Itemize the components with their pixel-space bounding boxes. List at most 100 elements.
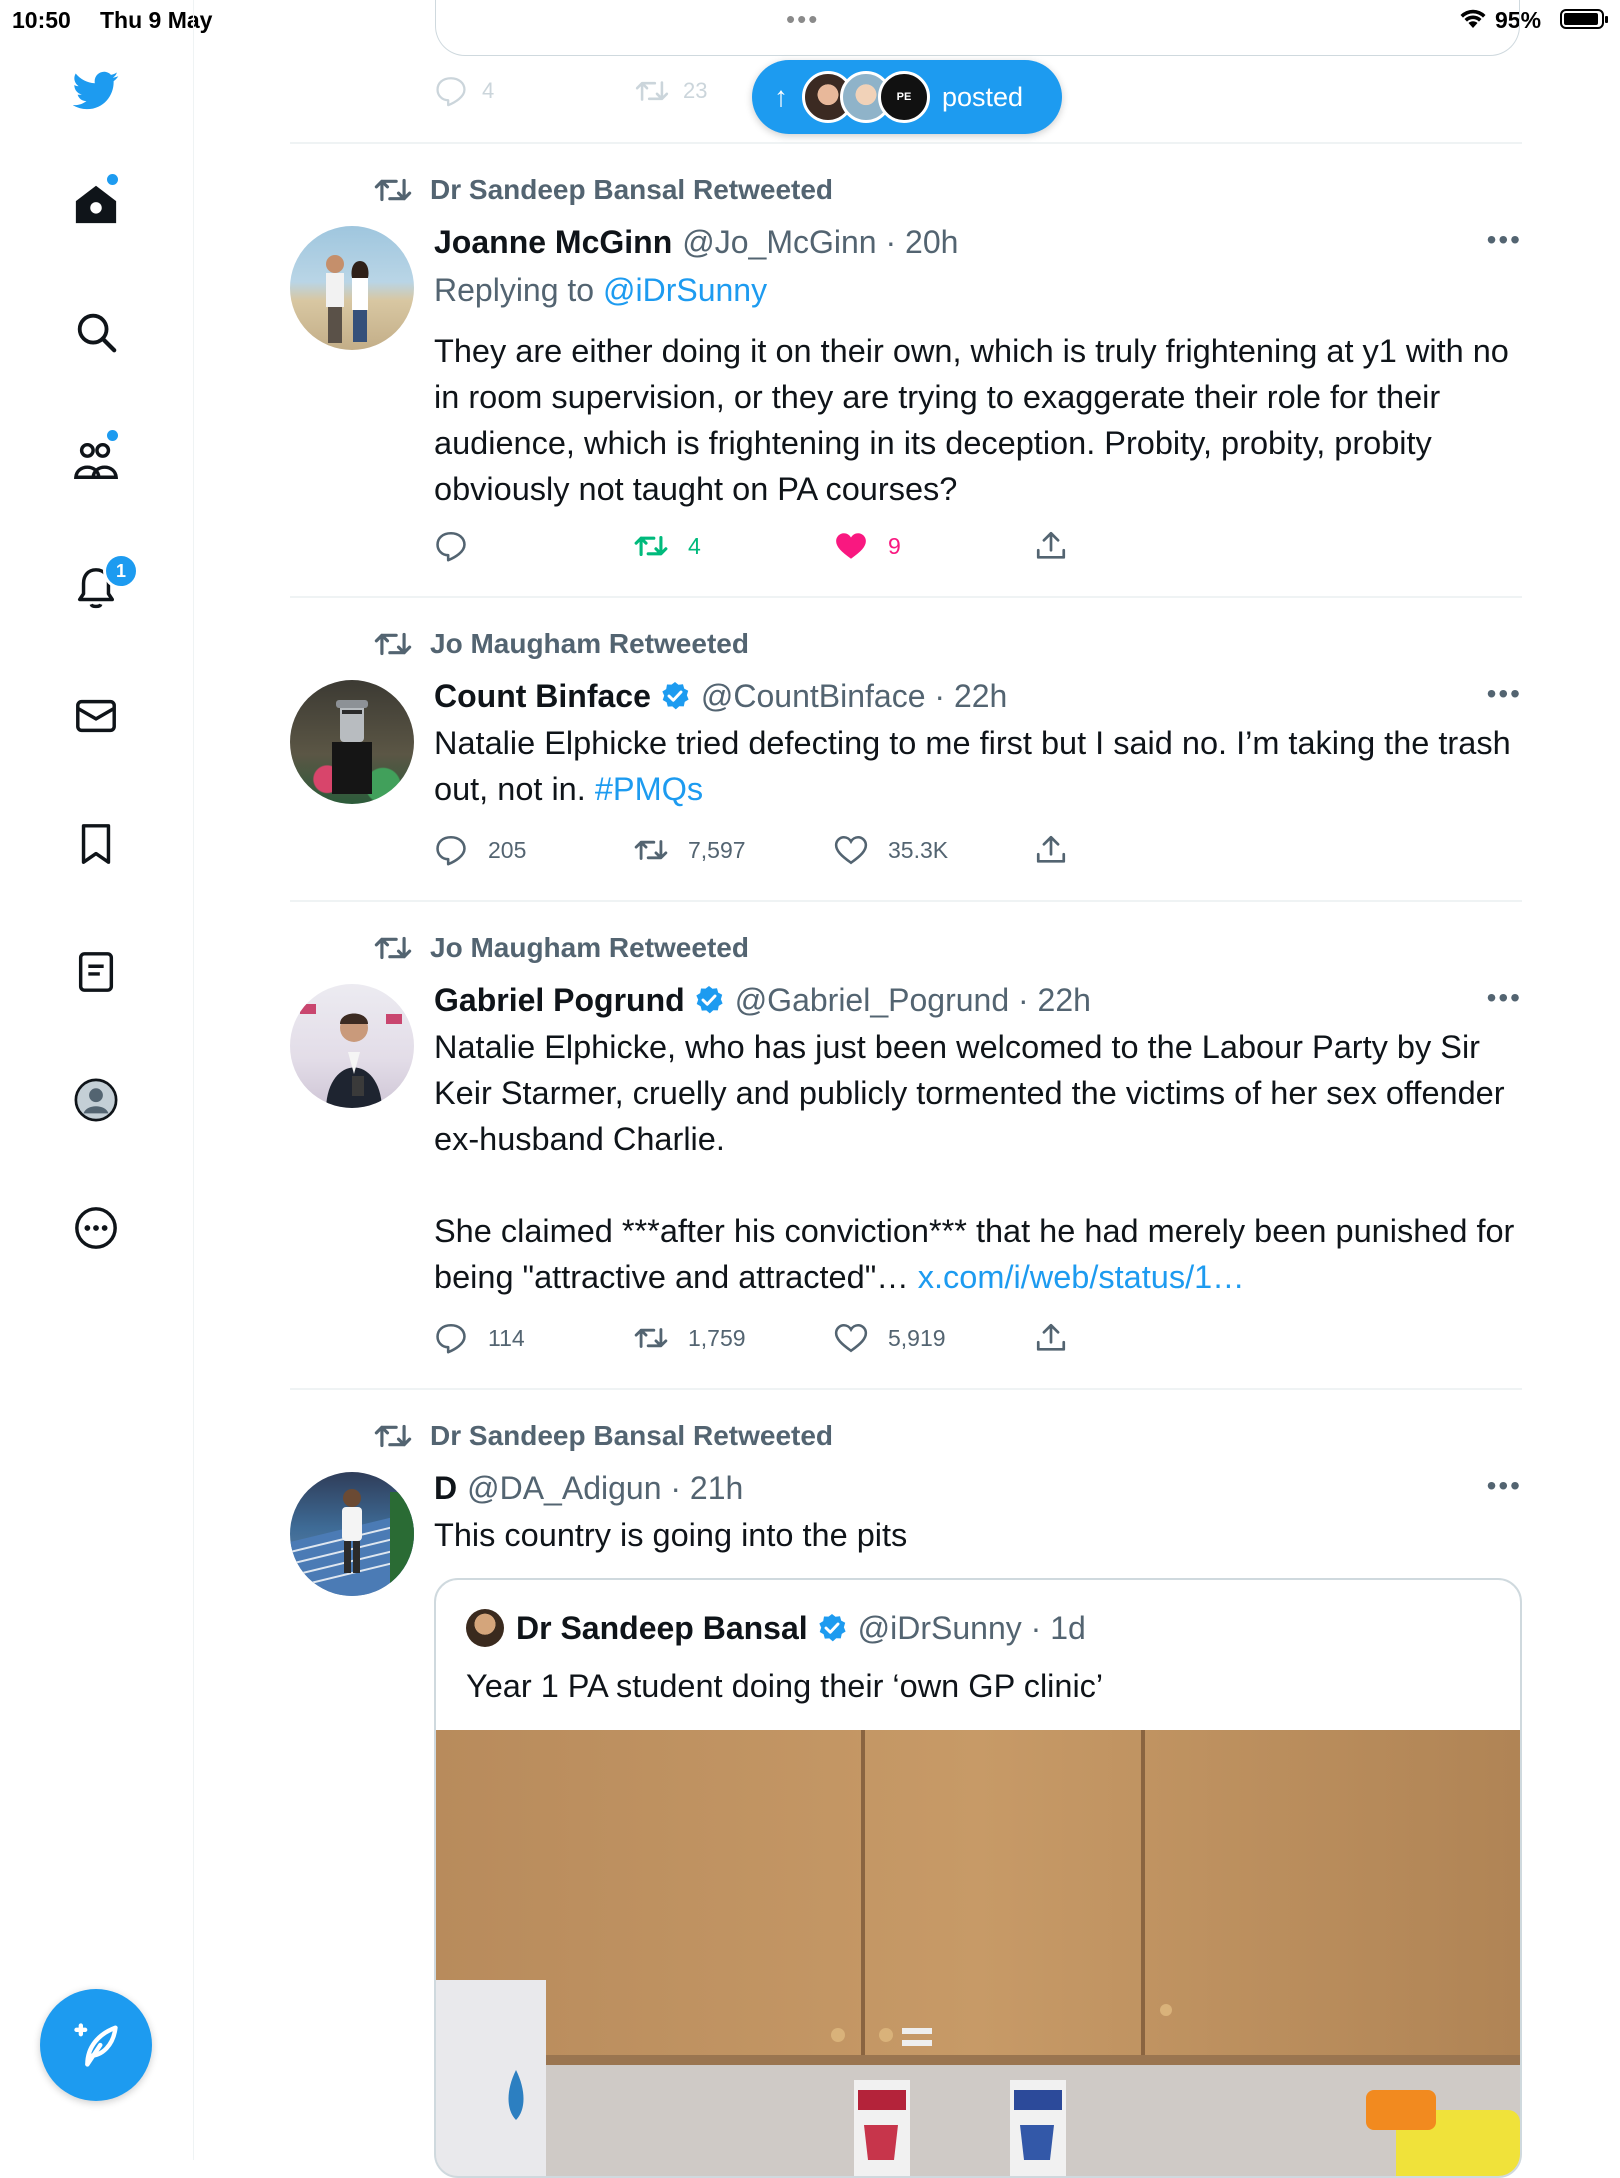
like-count: 5,919: [888, 1324, 946, 1351]
tweet-text: This country is going into the pits: [434, 1517, 908, 1553]
share-icon: [1036, 835, 1066, 863]
home-icon[interactable]: [66, 174, 126, 234]
like-button[interactable]: 9: [834, 526, 901, 566]
quoted-author-handle[interactable]: @iDrSunny · 1d: [858, 1610, 1086, 1647]
avatar[interactable]: [290, 1472, 414, 1596]
retweet-icon: [635, 81, 669, 101]
reply-icon: [436, 77, 466, 107]
communities-icon[interactable]: [66, 430, 126, 490]
author-handle[interactable]: @CountBinface · 22h: [701, 678, 1007, 715]
reply-icon: [436, 1323, 466, 1354]
tweet[interactable]: Jo Maugham Retweeted Count Binface @Coun…: [290, 596, 1522, 900]
author-name[interactable]: Count Binface: [434, 678, 651, 715]
previous-tweet-card[interactable]: [435, 0, 1520, 56]
like-button[interactable]: 35.3K: [834, 830, 948, 870]
author-name[interactable]: Gabriel Pogrund: [434, 982, 685, 1019]
avatar[interactable]: [290, 984, 414, 1108]
retweeted-by-label: Jo Maugham Retweeted: [430, 628, 749, 659]
author-name[interactable]: Joanne McGinn: [434, 224, 672, 261]
quoted-tweet-header: Dr Sandeep Bansal @iDrSunny · 1d: [466, 1608, 1086, 1648]
previous-retweet-action[interactable]: 23: [635, 74, 707, 108]
quoted-tweet-text: Year 1 PA student doing their ‘own GP cl…: [466, 1668, 1104, 1704]
share-icon: [1036, 531, 1066, 559]
tweet-header: Count Binface @CountBinface · 22h: [434, 676, 1007, 716]
tweet-text: Natalie Elphicke, who has just been welc…: [434, 1024, 1522, 1300]
reply-button[interactable]: 205: [434, 830, 526, 870]
tweet-text: Natalie Elphicke tried defecting to me f…: [434, 720, 1522, 812]
tweet-text-content: Natalie Elphicke, who has just been welc…: [434, 1029, 1515, 1295]
reply-button[interactable]: [434, 526, 488, 566]
communities-unread-dot: [107, 430, 118, 441]
quoted-tweet[interactable]: Dr Sandeep Bansal @iDrSunny · 1d Year 1 …: [434, 1578, 1522, 2178]
author-name[interactable]: D: [434, 1470, 457, 1507]
avatar: PE: [878, 71, 930, 123]
retweet-icon: [634, 1328, 668, 1348]
messages-icon[interactable]: [66, 686, 126, 746]
share-button[interactable]: [1034, 830, 1088, 870]
retweet-count: 7,597: [688, 836, 746, 863]
bookmarks-icon[interactable]: [66, 814, 126, 874]
avatar[interactable]: [290, 680, 414, 804]
new-posts-pill[interactable]: ↑ PE posted: [752, 60, 1062, 134]
like-button[interactable]: 5,919: [834, 1318, 946, 1358]
retweeted-by-label: Dr Sandeep Bansal Retweeted: [430, 174, 834, 205]
retweet-count: 1,759: [688, 1324, 746, 1351]
tweet[interactable]: Dr Sandeep Bansal Retweeted Joanne McGin…: [290, 142, 1522, 596]
verified-badge-icon: [696, 986, 723, 1014]
author-handle[interactable]: @DA_Adigun · 21h: [467, 1470, 743, 1507]
heart-icon: [834, 1323, 868, 1353]
retweet-icon: [634, 535, 668, 557]
lists-icon[interactable]: [66, 942, 126, 1002]
tweet-more-icon[interactable]: •••: [1487, 678, 1522, 710]
tweet[interactable]: Jo Maugham Retweeted Gabriel Pogrund @Ga…: [290, 900, 1522, 1388]
retweeted-by: Jo Maugham Retweeted: [374, 626, 749, 662]
avatar: [466, 1609, 504, 1647]
tweet-link[interactable]: x.com/i/web/status/1…: [918, 1259, 1245, 1295]
retweet-icon: [374, 1424, 412, 1448]
retweet-button[interactable]: 4: [634, 526, 701, 566]
replying-to-link[interactable]: @iDrSunny: [603, 272, 767, 308]
author-handle[interactable]: @Gabriel_Pogrund · 22h: [735, 982, 1091, 1019]
share-button[interactable]: [1034, 526, 1088, 566]
quoted-author-name[interactable]: Dr Sandeep Bansal: [516, 1610, 808, 1647]
retweet-count: 4: [688, 532, 701, 559]
profile-icon[interactable]: [66, 1070, 126, 1130]
retweeted-by: Dr Sandeep Bansal Retweeted: [374, 172, 833, 208]
retweeted-by: Dr Sandeep Bansal Retweeted: [374, 1418, 833, 1454]
retweeted-by-label: Dr Sandeep Bansal Retweeted: [430, 1420, 834, 1451]
home-unread-dot: [107, 174, 118, 185]
avatar[interactable]: [290, 226, 414, 350]
like-count: 9: [888, 532, 901, 559]
tweet-more-icon[interactable]: •••: [1487, 1470, 1522, 1502]
tweet-more-icon[interactable]: •••: [1487, 982, 1522, 1014]
more-icon[interactable]: [66, 1198, 126, 1258]
twitter-bird-icon[interactable]: [66, 60, 126, 120]
hashtag-link[interactable]: #PMQs: [595, 771, 703, 807]
share-button[interactable]: [1034, 1318, 1088, 1358]
author-handle[interactable]: @Jo_McGinn · 20h: [682, 224, 958, 261]
retweet-icon: [374, 936, 412, 960]
compose-tweet-button[interactable]: [40, 1989, 152, 2101]
battery-icon: [1560, 9, 1608, 29]
tweet-header: Gabriel Pogrund @Gabriel_Pogrund · 22h: [434, 980, 1091, 1020]
reply-count: 114: [488, 1324, 525, 1351]
tweet[interactable]: Dr Sandeep Bansal Retweeted D @DA_Adigun…: [290, 1388, 1522, 2178]
retweet-button[interactable]: 7,597: [634, 830, 746, 870]
retweeted-by: Jo Maugham Retweeted: [374, 930, 749, 966]
tweet-more-icon[interactable]: •••: [1487, 224, 1522, 256]
tweet-text: They are either doing it on their own, w…: [434, 333, 1518, 507]
previous-reply-action[interactable]: 4: [434, 74, 494, 108]
tweet-actions: 4 9: [434, 526, 1114, 566]
verified-badge-icon: [818, 1614, 846, 1642]
share-icon: [1036, 1323, 1066, 1351]
reply-icon: [436, 531, 466, 562]
notifications-badge: 1: [103, 553, 139, 589]
previous-reply-count: 4: [482, 78, 495, 103]
quoted-tweet-media[interactable]: [436, 1730, 1520, 2176]
reply-button[interactable]: 114: [434, 1318, 525, 1358]
retweet-button[interactable]: 1,759: [634, 1318, 746, 1358]
retweet-icon: [634, 840, 668, 860]
search-icon[interactable]: [66, 302, 126, 362]
tweet-header: D @DA_Adigun · 21h: [434, 1468, 743, 1508]
cabinet-photo: [436, 1730, 1520, 2176]
